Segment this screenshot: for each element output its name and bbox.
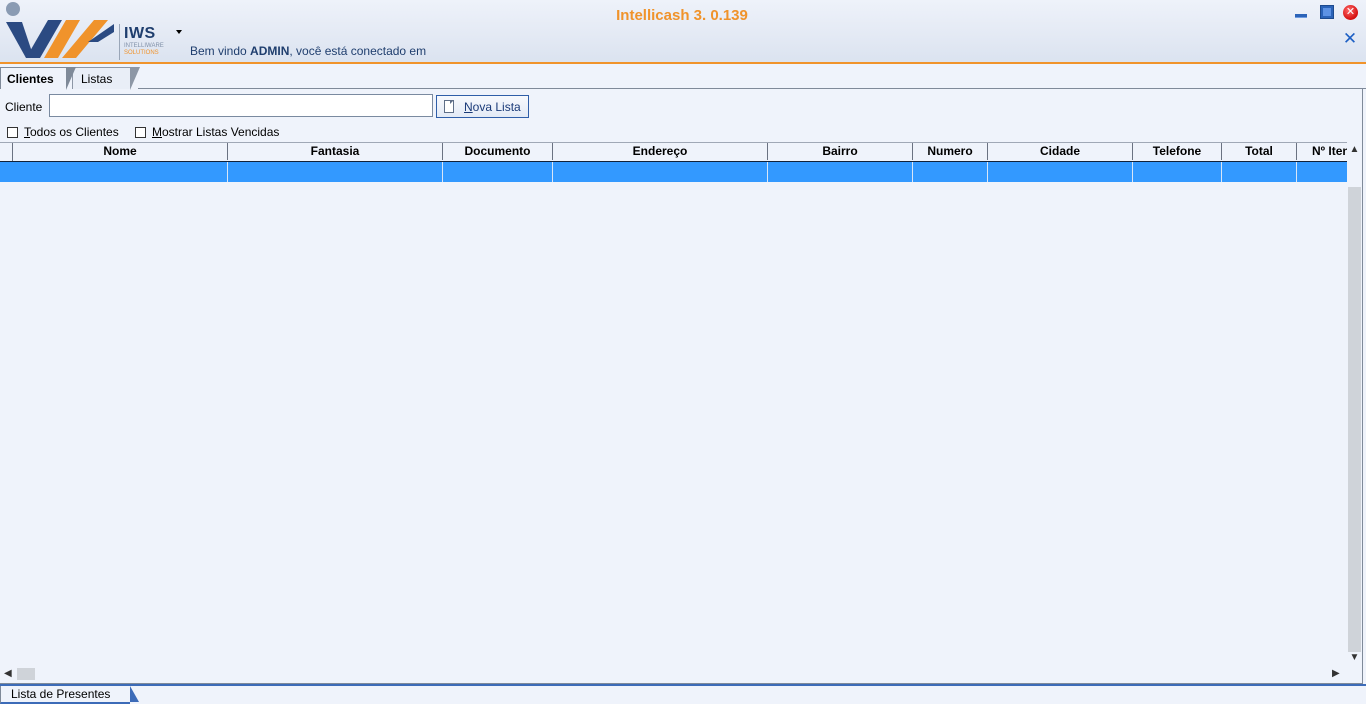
vencidas-accel: M: [152, 125, 162, 139]
table-row[interactable]: [0, 161, 1347, 182]
scroll-left-icon[interactable]: ◀: [4, 666, 16, 682]
scroll-up-icon[interactable]: ▲: [1347, 143, 1362, 157]
todos-rest: odos os Clientes: [30, 125, 119, 139]
tab-strip: Clientes Listas: [0, 64, 1366, 90]
nova-lista-accel: N: [464, 100, 473, 114]
table-cell[interactable]: [768, 162, 913, 182]
col-header-documento[interactable]: Documento: [443, 143, 553, 160]
col-header-telefone[interactable]: Telefone: [1133, 143, 1222, 160]
tab-lista-de-presentes[interactable]: Lista de Presentes: [0, 686, 139, 704]
scroll-right-icon[interactable]: ▶: [1332, 666, 1344, 682]
maximize-icon[interactable]: [1320, 5, 1334, 19]
mostrar-vencidas-label: Mostrar Listas Vencidas: [152, 125, 279, 139]
col-header-endereco[interactable]: Endereço: [553, 143, 768, 160]
todos-clientes-box[interactable]: [7, 126, 18, 138]
table-cell[interactable]: [443, 162, 553, 182]
table-cell[interactable]: [1297, 162, 1347, 182]
welcome-message: Bem vindo ADMIN, você está conectado em: [190, 44, 426, 58]
todos-clientes-label: Todos os Clientes: [24, 125, 119, 139]
logo-divider: [119, 24, 120, 60]
table-cell[interactable]: [913, 162, 988, 182]
table-cell[interactable]: [553, 162, 768, 182]
bottom-tab-line: [0, 684, 1366, 686]
cliente-search-input[interactable]: [49, 94, 433, 117]
col-header-numero[interactable]: Numero: [913, 143, 988, 160]
welcome-prefix: Bem vindo: [190, 44, 251, 58]
todos-clientes-checkbox[interactable]: Todos os Clientes: [7, 125, 119, 139]
col-header-nome[interactable]: Nome: [13, 143, 228, 160]
minimize-icon[interactable]: [1294, 5, 1308, 19]
horizontal-scrollbar[interactable]: ◀ ▶: [0, 666, 1347, 682]
clientes-panel: Cliente Nova Lista Todos os Clientes Mos…: [0, 89, 1363, 684]
horizontal-scroll-thumb[interactable]: [17, 668, 35, 680]
logo-brand: IWS: [124, 25, 156, 42]
close-app-icon[interactable]: ✕: [1343, 5, 1358, 20]
tab-listas[interactable]: Listas: [72, 67, 140, 90]
vertical-scrollbar[interactable]: ▲ ▼: [1347, 142, 1362, 666]
mostrar-vencidas-checkbox[interactable]: Mostrar Listas Vencidas: [135, 125, 279, 139]
welcome-user: ADMIN: [250, 44, 290, 58]
table-cell[interactable]: [228, 162, 443, 182]
tab-clientes[interactable]: Clientes: [0, 67, 76, 90]
app-header: IWS INTELLIWARE SOLUTIONS Bem vindo ADMI…: [0, 0, 1366, 64]
table-cell[interactable]: [988, 162, 1133, 182]
col-header-bairro[interactable]: Bairro: [768, 143, 913, 160]
grid-header: Nome Fantasia Documento Endereço Bairro …: [0, 142, 1347, 161]
vencidas-rest: ostrar Listas Vencidas: [162, 125, 280, 139]
app-title-bar: Intellicash 3. 0.139: [0, 7, 1366, 24]
new-document-icon: [444, 100, 454, 113]
iws-logo-icon: [6, 2, 114, 58]
logo-text: IWS INTELLIWARE SOLUTIONS: [124, 26, 164, 57]
close-document-icon[interactable]: ✕: [1342, 30, 1358, 47]
nova-lista-button[interactable]: Nova Lista: [436, 95, 529, 118]
nova-lista-label: Nova Lista: [464, 100, 521, 114]
col-header-n-itens[interactable]: Nº Itens: [1297, 143, 1347, 160]
mostrar-vencidas-box[interactable]: [135, 126, 146, 138]
welcome-suffix: , você está conectado em: [289, 44, 427, 58]
app-title: Intellicash 3. 0.139: [616, 7, 748, 24]
table-cell[interactable]: [1133, 162, 1222, 182]
grid-header-corner: [0, 143, 13, 161]
logo-subtitle-1: INTELLIWARE: [124, 43, 164, 49]
clientes-grid[interactable]: Nome Fantasia Documento Endereço Bairro …: [0, 142, 1362, 683]
col-header-cidade[interactable]: Cidade: [988, 143, 1133, 160]
scroll-down-icon[interactable]: ▼: [1347, 651, 1362, 665]
logo-subtitle-2: SOLUTIONS: [124, 50, 159, 56]
nova-lista-rest: ova Lista: [472, 100, 521, 114]
table-cell[interactable]: [13, 162, 228, 182]
cliente-label: Cliente: [5, 100, 43, 114]
vertical-scroll-thumb[interactable]: [1348, 187, 1361, 652]
col-header-total[interactable]: Total: [1222, 143, 1297, 160]
table-cell[interactable]: [1222, 162, 1297, 182]
caret-down-icon[interactable]: [176, 30, 182, 34]
col-header-fantasia[interactable]: Fantasia: [228, 143, 443, 160]
